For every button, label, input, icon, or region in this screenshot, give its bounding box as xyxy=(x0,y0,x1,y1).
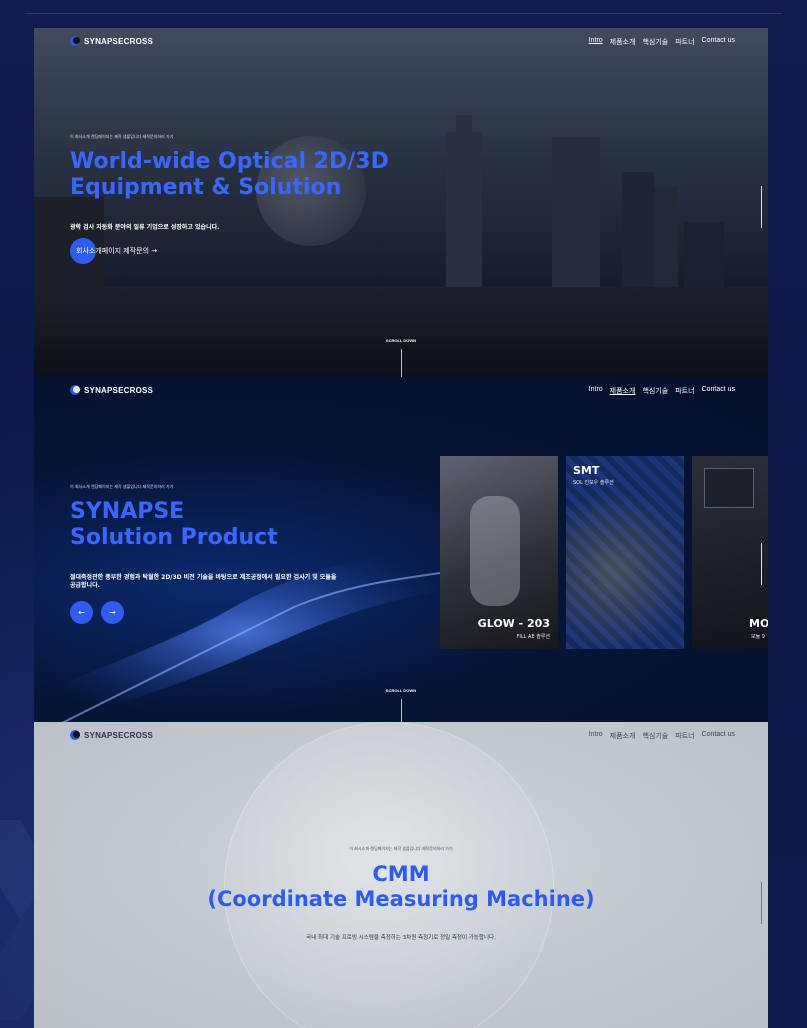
nav-contact[interactable]: Contact us xyxy=(702,37,735,47)
logo-text: SYNAPSECROSS xyxy=(84,386,154,395)
cta-label: 회사소개페이지 제작문의 → xyxy=(76,247,158,255)
nav-partners[interactable]: 파트너 xyxy=(675,37,694,47)
scroll-line xyxy=(401,699,402,722)
scroll-line xyxy=(401,349,402,377)
nav-contact[interactable]: Contact us xyxy=(702,731,735,741)
scroll-down-label[interactable]: SCROLL DOWN xyxy=(34,338,768,343)
nav-tech[interactable]: 핵심기술 xyxy=(642,386,668,396)
hero-title: World-wide Optical 2D/3D Equipment & Sol… xyxy=(70,149,389,201)
product-card-module[interactable]: MO 모듈 9 xyxy=(692,456,768,649)
nav-products[interactable]: 제품소개 xyxy=(610,731,636,741)
card-subtitle: FILL AE 솔루션 xyxy=(516,634,550,640)
cmm-description: 국내 최대 기술 프로빙 시스템을 측정하는 3차원 측정기로 정밀 측정이 가… xyxy=(306,935,496,941)
nav-intro[interactable]: Intro xyxy=(589,37,603,47)
hero-description: 광학 검사 자동화 분야의 일류 기업으로 성장하고 있습니다. xyxy=(70,224,220,231)
logo[interactable]: SYNAPSECROSS xyxy=(70,385,153,396)
prev-button[interactable]: ← xyxy=(70,601,93,624)
product-description: 절대측정관한 풍부한 경험과 탁월한 2D/3D 비전 기술을 바탕으로 제조공… xyxy=(70,574,336,590)
card-title: SMT xyxy=(573,464,600,477)
logo-text: SYNAPSECROSS xyxy=(84,731,154,740)
side-indicator[interactable] xyxy=(761,882,762,924)
microscope-image xyxy=(470,496,520,606)
nav-tech[interactable]: 핵심기술 xyxy=(642,37,668,47)
main-nav: Intro 제품소개 핵심기술 파트너 Contact us xyxy=(589,386,735,396)
next-button[interactable]: → xyxy=(101,601,124,624)
logo-text: SYNAPSECROSS xyxy=(84,37,154,46)
cmm-section: SYNAPSECROSS Intro 제품소개 핵심기술 파트너 Contact… xyxy=(34,722,768,1028)
nav-products[interactable]: 제품소개 xyxy=(610,386,636,396)
side-indicator[interactable] xyxy=(761,186,762,228)
device-screen-image xyxy=(704,468,754,508)
top-divider xyxy=(25,13,782,14)
nav-tech[interactable]: 핵심기술 xyxy=(642,731,668,741)
cmm-title: CMM (Coordinate Measuring Machine) xyxy=(34,862,768,912)
site-header: SYNAPSECROSS Intro 제품소개 핵심기술 파트너 Contact… xyxy=(34,377,768,405)
site-header: SYNAPSECROSS Intro 제품소개 핵심기술 파트너 Contact… xyxy=(34,28,768,56)
card-subtitle: SOL 인모우 솔루션 xyxy=(573,480,614,486)
product-title: SYNAPSE Solution Product xyxy=(70,499,278,551)
main-nav: Intro 제품소개 핵심기술 파트너 Contact us xyxy=(589,37,735,47)
logo[interactable]: SYNAPSECROSS xyxy=(70,36,153,47)
sample-notice[interactable]: 이 회사소개 랜딩페이지는 제작 샘플입니다.제작문의하러 가기 xyxy=(34,846,768,852)
nav-partners[interactable]: 파트너 xyxy=(675,386,694,396)
logo-icon xyxy=(70,36,81,47)
card-subtitle: 모듈 9 xyxy=(751,634,765,640)
nav-products[interactable]: 제품소개 xyxy=(610,37,636,47)
product-description-line1: 절대측정관한 풍부한 경험과 탁월한 2D/3D 비전 기술을 바탕으로 제조공… xyxy=(70,574,337,581)
main-nav: Intro 제품소개 핵심기술 파트너 Contact us xyxy=(589,731,735,741)
nav-intro[interactable]: Intro xyxy=(589,386,603,396)
nav-contact[interactable]: Contact us xyxy=(702,386,735,396)
hero-section: SYNAPSECROSS Intro 제품소개 핵심기술 파트너 Contact… xyxy=(34,28,768,377)
logo-icon xyxy=(70,730,81,741)
logo[interactable]: SYNAPSECROSS xyxy=(70,730,153,741)
sample-notice[interactable]: 이 회사소개 랜딩페이지는 제작 샘플입니다.제작문의하러 가기 xyxy=(70,134,173,140)
product-description-line2: 공급합니다. xyxy=(70,582,100,590)
product-card-glow[interactable]: GLOW - 203 FILL AE 솔루션 xyxy=(440,456,558,649)
cmm-title-line2: (Coordinate Measuring Machine) xyxy=(207,886,595,911)
card-title: MO xyxy=(749,617,768,630)
product-title-line1: SYNAPSE xyxy=(70,499,185,524)
hero-title-line1: World-wide Optical 2D/3D xyxy=(70,149,389,174)
side-indicator[interactable] xyxy=(761,543,762,585)
product-section: SYNAPSECROSS Intro 제품소개 핵심기술 파트너 Contact… xyxy=(34,377,768,722)
sample-notice[interactable]: 이 회사소개 랜딩페이지는 제작 샘플입니다.제작문의하러 가기 xyxy=(70,484,173,490)
site-header: SYNAPSECROSS Intro 제품소개 핵심기술 파트너 Contact… xyxy=(34,722,768,750)
card-title: GLOW - 203 xyxy=(477,617,550,630)
nav-intro[interactable]: Intro xyxy=(589,731,603,741)
scroll-down-label[interactable]: SCROLL DOWN xyxy=(34,688,768,693)
cta-button[interactable]: 회사소개페이지 제작문의 → xyxy=(70,238,157,264)
product-card-smt[interactable]: SMT SOL 인모우 솔루션 xyxy=(566,456,684,649)
product-title-line2: Solution Product xyxy=(70,524,278,550)
hero-title-line2: Equipment & Solution xyxy=(70,174,342,200)
cmm-title-line1: CMM xyxy=(372,862,430,886)
nav-partners[interactable]: 파트너 xyxy=(675,731,694,741)
logo-icon xyxy=(70,385,81,396)
